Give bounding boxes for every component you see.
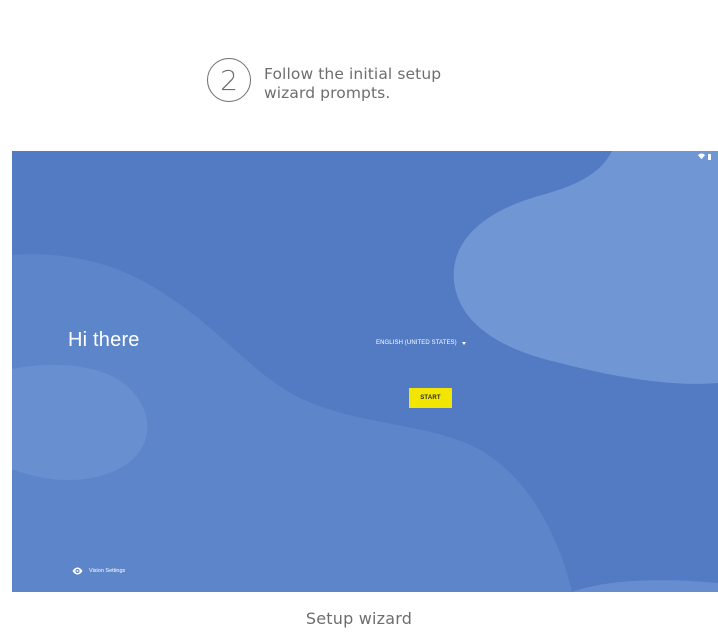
battery-icon [708, 153, 711, 160]
device-screen: Hi there ENGLISH (UNITED STATES) START V… [12, 151, 718, 592]
language-label: ENGLISH (UNITED STATES) [376, 340, 457, 346]
wifi-icon [698, 153, 705, 160]
start-button[interactable]: START [409, 388, 452, 408]
greeting-title: Hi there [68, 329, 140, 351]
step-header: 2 Follow the initial setup wizard prompt… [207, 58, 479, 103]
vision-settings-label: Vision Settings [89, 568, 126, 574]
background-waves [12, 151, 718, 592]
chevron-down-icon [461, 341, 466, 345]
eye-icon [72, 567, 83, 575]
status-bar [698, 153, 711, 160]
language-selector[interactable]: ENGLISH (UNITED STATES) [376, 340, 466, 346]
figure-caption: Setup wizard [305, 609, 413, 628]
vision-settings-button[interactable]: Vision Settings [72, 567, 125, 575]
step-instruction: Follow the initial setup wizard prompts. [264, 65, 442, 102]
step-number-badge: 2 [207, 58, 251, 102]
